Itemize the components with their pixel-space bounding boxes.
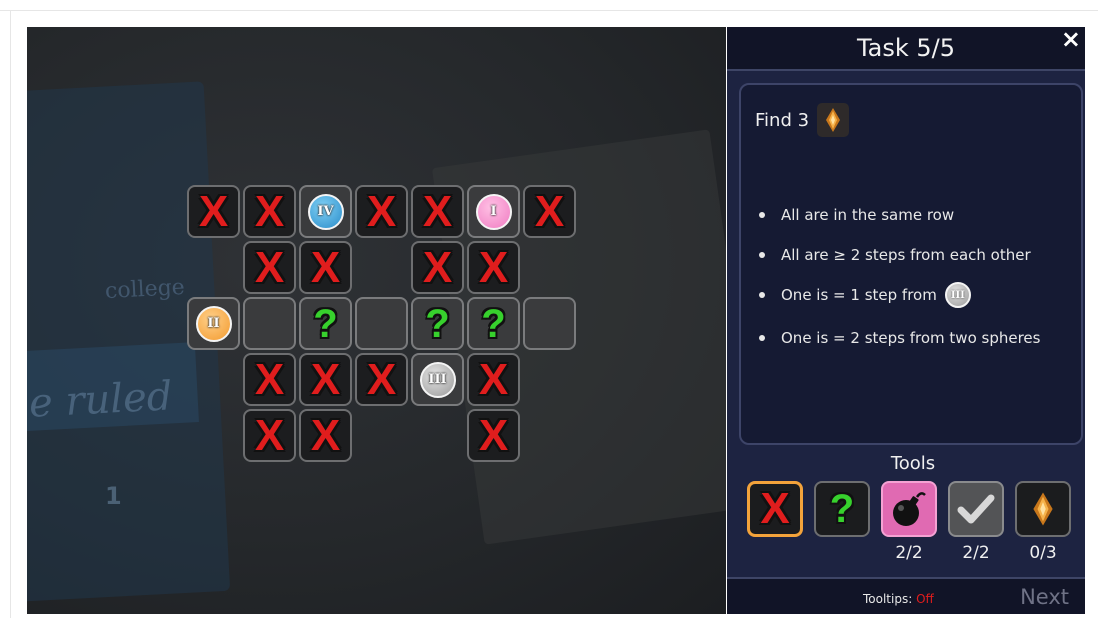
- grid-cell-marked-x[interactable]: X: [243, 353, 296, 406]
- x-mark-icon: X: [254, 186, 285, 236]
- x-mark-icon: X: [422, 242, 453, 292]
- grid-cell-marked-x[interactable]: X: [467, 409, 520, 462]
- grid-cell-marked-x[interactable]: X: [299, 409, 352, 462]
- grid-cell-marked-x[interactable]: X: [355, 185, 408, 238]
- x-mark-icon: X: [478, 410, 509, 460]
- game-board: college e ruled 1 X X IV X X I X X X X X II??? X X X II…: [27, 27, 726, 614]
- sphere-iii-icon: III: [944, 282, 971, 308]
- grid-cell-marked-x[interactable]: X: [187, 185, 240, 238]
- grid-cell-marked-question[interactable]: ?: [299, 297, 352, 350]
- x-mark-icon: X: [254, 242, 285, 292]
- grid-cell-marked-x[interactable]: X: [523, 185, 576, 238]
- grid-cell-marked-x[interactable]: X: [411, 185, 464, 238]
- grid-cell-marked-x[interactable]: X: [299, 353, 352, 406]
- x-mark-icon: X: [760, 484, 790, 533]
- background-text: e ruled: [27, 373, 174, 427]
- bomb-tool[interactable]: [881, 481, 937, 537]
- sphere-i-icon: I: [475, 193, 512, 230]
- question-mark-icon: ?: [481, 301, 506, 346]
- question-mark-icon: ?: [313, 301, 338, 346]
- x-mark-icon: X: [310, 410, 341, 460]
- frame-border-left: [10, 10, 11, 618]
- grid-cell-marked-x[interactable]: X: [467, 241, 520, 294]
- grid-cell-marked-x[interactable]: X: [243, 409, 296, 462]
- clue-item: All are in the same row: [755, 195, 1075, 235]
- bomb-tool-count: 2/2: [895, 543, 923, 563]
- amber-gem-icon: [1033, 492, 1053, 526]
- frame-border-top: [0, 10, 1098, 11]
- background-text: 1: [105, 482, 122, 510]
- grid-cell-sphere: III: [411, 353, 464, 406]
- clue-box: Find 3 All are in the same row All are ≥…: [739, 83, 1083, 445]
- task-title: Task 5/5: [856, 34, 956, 62]
- find-label: Find 3: [755, 109, 810, 131]
- question-mark-icon: ?: [425, 301, 450, 346]
- grid-cell-marked-x[interactable]: X: [355, 353, 408, 406]
- tooltips-status: Off: [916, 592, 934, 606]
- x-mark-icon: X: [254, 410, 285, 460]
- panel-header: Task 5/5: [727, 27, 1085, 71]
- tooltips-toggle[interactable]: Tooltips: Off: [863, 592, 934, 606]
- x-mark-icon: X: [478, 354, 509, 404]
- grid-cell-marked-question[interactable]: ?: [467, 297, 520, 350]
- x-mark-icon: X: [310, 242, 341, 292]
- task-panel: Task 5/5 × Find 3 All are in the same ro…: [727, 25, 1085, 614]
- question-mark-icon: ?: [829, 487, 855, 531]
- grid-cell-sphere: II: [187, 297, 240, 350]
- checkmark-icon: [957, 494, 995, 524]
- bomb-icon: [893, 492, 926, 526]
- find-objective: Find 3: [755, 103, 850, 137]
- grid-cell-empty[interactable]: [523, 297, 576, 350]
- grid-cell-sphere: IV: [299, 185, 352, 238]
- tooltips-label: Tooltips:: [863, 592, 913, 606]
- window-frame: college e ruled 1 X X IV X X I X X X X X II??? X X X II…: [0, 0, 1098, 628]
- gem-tool-count: 0/3: [1029, 543, 1057, 563]
- sphere-iv-icon: IV: [307, 193, 344, 230]
- grid-cell-marked-x[interactable]: X: [243, 241, 296, 294]
- grid-cell-marked-x[interactable]: X: [411, 241, 464, 294]
- tools-label: Tools: [890, 453, 936, 474]
- grid-cell-empty[interactable]: [243, 297, 296, 350]
- panel-footer: Tooltips: Off Next: [727, 577, 1085, 614]
- x-mark-icon: X: [422, 186, 453, 236]
- close-button[interactable]: ×: [1061, 25, 1081, 53]
- sphere-iii-icon: III: [419, 361, 456, 398]
- x-mark-tool[interactable]: X: [747, 481, 803, 537]
- grid-cell-marked-x[interactable]: X: [467, 353, 520, 406]
- grid-cell-marked-question[interactable]: ?: [411, 297, 464, 350]
- x-mark-icon: X: [366, 186, 397, 236]
- check-tool-count: 2/2: [962, 543, 990, 563]
- sphere-ii-icon: II: [195, 305, 232, 342]
- grid-cell-marked-x[interactable]: X: [243, 185, 296, 238]
- x-mark-icon: X: [478, 242, 509, 292]
- x-mark-icon: X: [198, 186, 229, 236]
- next-button[interactable]: Next: [1020, 585, 1069, 609]
- x-mark-icon: X: [310, 354, 341, 404]
- grid-cell-sphere: I: [467, 185, 520, 238]
- check-tool[interactable]: [948, 481, 1004, 537]
- question-mark-tool[interactable]: ?: [814, 481, 870, 537]
- x-mark-icon: X: [254, 354, 285, 404]
- grid-cell-marked-x[interactable]: X: [299, 241, 352, 294]
- clue-item: One is = 2 steps from two spheres: [755, 315, 1075, 361]
- x-mark-icon: X: [534, 186, 565, 236]
- background-text: college: [104, 274, 186, 305]
- clue-list: All are in the same row All are ≥ 2 step…: [755, 195, 1075, 361]
- clue-item: All are ≥ 2 steps from each other: [755, 235, 1075, 275]
- grid-cell-empty[interactable]: [355, 297, 408, 350]
- x-mark-icon: X: [366, 354, 397, 404]
- amber-gem-icon: [817, 103, 850, 137]
- gem-tool[interactable]: [1015, 481, 1071, 537]
- clue-item: One is = 1 step from III: [755, 275, 1075, 315]
